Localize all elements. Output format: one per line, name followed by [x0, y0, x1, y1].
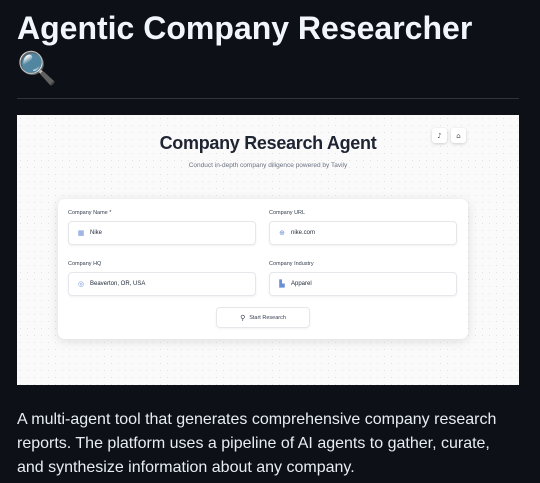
app-screenshot: ♪ ⌂ Company Research Agent Conduct in-de… — [17, 115, 519, 385]
company-industry-field[interactable]: ▙ Apparel — [269, 272, 457, 296]
company-url-field[interactable]: ⊕ nike.com — [269, 221, 457, 245]
company-name-value: Nike — [90, 230, 103, 236]
company-hq-field[interactable]: ◎ Beaverton, OR, USA — [68, 272, 256, 296]
page-title: Agentic Company Researcher 🔍 — [17, 8, 522, 88]
map-pin-icon: ◎ — [77, 280, 85, 288]
company-industry-label: Company Industry — [269, 261, 314, 267]
app-subtitle: Conduct in-depth company diligence power… — [188, 162, 348, 169]
company-name-field[interactable]: ▦ Nike — [68, 221, 256, 245]
page-title-text: Agentic Company Researcher — [17, 10, 473, 46]
search-icon: ⚲ — [240, 313, 246, 322]
project-description: A multi-agent tool that generates compre… — [17, 411, 497, 476]
company-hq-value: Beaverton, OR, USA — [90, 281, 146, 287]
start-research-label: Start Research — [249, 314, 286, 321]
factory-icon: ▙ — [279, 280, 285, 288]
magnifier-emoji-icon: 🔍 — [17, 50, 57, 86]
company-name-label: Company Name * — [68, 210, 112, 216]
app-title: Company Research Agent — [159, 133, 377, 153]
divider — [17, 98, 519, 99]
research-form-card: Company Name * ▦ Nike Company URL ⊕ nike… — [58, 199, 468, 339]
company-url-value: nike.com — [291, 230, 316, 236]
company-url-label: Company URL — [269, 210, 306, 216]
globe-icon: ⊕ — [279, 229, 285, 237]
start-research-button[interactable]: ⚲ Start Research — [216, 307, 310, 328]
company-hq-label: Company HQ — [68, 261, 102, 267]
building-icon: ▦ — [77, 229, 85, 237]
company-industry-value: Apparel — [291, 281, 312, 287]
